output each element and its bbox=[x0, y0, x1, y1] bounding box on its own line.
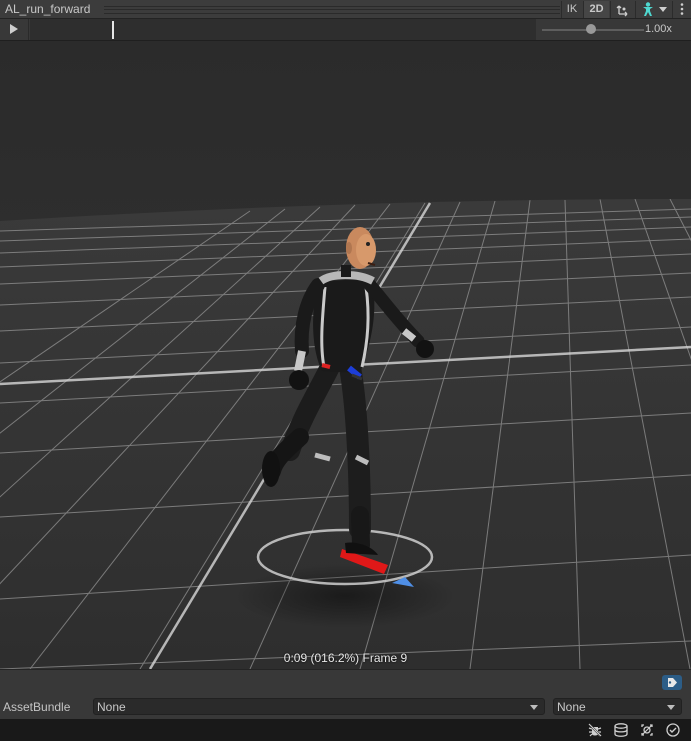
play-icon bbox=[10, 24, 18, 34]
avatar-selector-button[interactable] bbox=[635, 1, 671, 18]
dropdown-icon bbox=[659, 7, 667, 12]
layers-icon[interactable] bbox=[613, 722, 629, 738]
frame-readout: 0:09 (016.2%) Frame 9 bbox=[283, 651, 408, 665]
status-bar bbox=[0, 719, 691, 741]
ik-label: IK bbox=[566, 3, 578, 15]
assetbundle-variant-dropdown[interactable]: None bbox=[553, 698, 682, 715]
clip-title: AL_run_forward bbox=[5, 2, 91, 16]
preview-header: AL_run_forward IK 2D bbox=[0, 0, 691, 19]
scene-canvas bbox=[0, 41, 691, 669]
assetbundle-panel: AssetBundle None None bbox=[0, 669, 691, 719]
pivot-icon bbox=[616, 5, 627, 17]
2d-toggle-button[interactable]: 2D bbox=[583, 1, 609, 18]
dropdown-arrow-icon bbox=[667, 705, 675, 710]
preview-viewport[interactable]: 0:09 (016.2%) Frame 9 bbox=[0, 41, 691, 669]
ik-toggle-button[interactable]: IK bbox=[561, 1, 582, 18]
playhead[interactable] bbox=[112, 21, 114, 39]
assetbundle-name-value: None bbox=[97, 700, 126, 714]
assetbundle-variant-value: None bbox=[557, 700, 586, 714]
tag-icon bbox=[668, 678, 677, 687]
2d-label: 2D bbox=[589, 3, 604, 15]
dropdown-arrow-icon bbox=[530, 705, 538, 710]
character-shadow bbox=[235, 564, 455, 628]
speed-slider-thumb[interactable] bbox=[586, 24, 596, 34]
more-options-button[interactable] bbox=[672, 1, 691, 18]
play-button[interactable] bbox=[0, 19, 29, 40]
debug-icon[interactable] bbox=[587, 722, 603, 738]
avatar-icon bbox=[643, 2, 653, 16]
check-icon[interactable] bbox=[665, 722, 681, 738]
tag-button[interactable] bbox=[662, 675, 682, 690]
pivot-toggle-button[interactable] bbox=[610, 1, 634, 18]
scene-visibility-icon[interactable] bbox=[639, 722, 655, 738]
assetbundle-name-dropdown[interactable]: None bbox=[93, 698, 545, 715]
speed-value: 1.00x bbox=[645, 23, 672, 35]
timeline-scrubber[interactable] bbox=[30, 19, 536, 40]
kebab-menu-icon bbox=[680, 3, 684, 15]
assetbundle-label: AssetBundle bbox=[3, 700, 71, 714]
drag-handle[interactable] bbox=[104, 6, 560, 14]
playback-bar: 1.00x bbox=[0, 19, 691, 41]
